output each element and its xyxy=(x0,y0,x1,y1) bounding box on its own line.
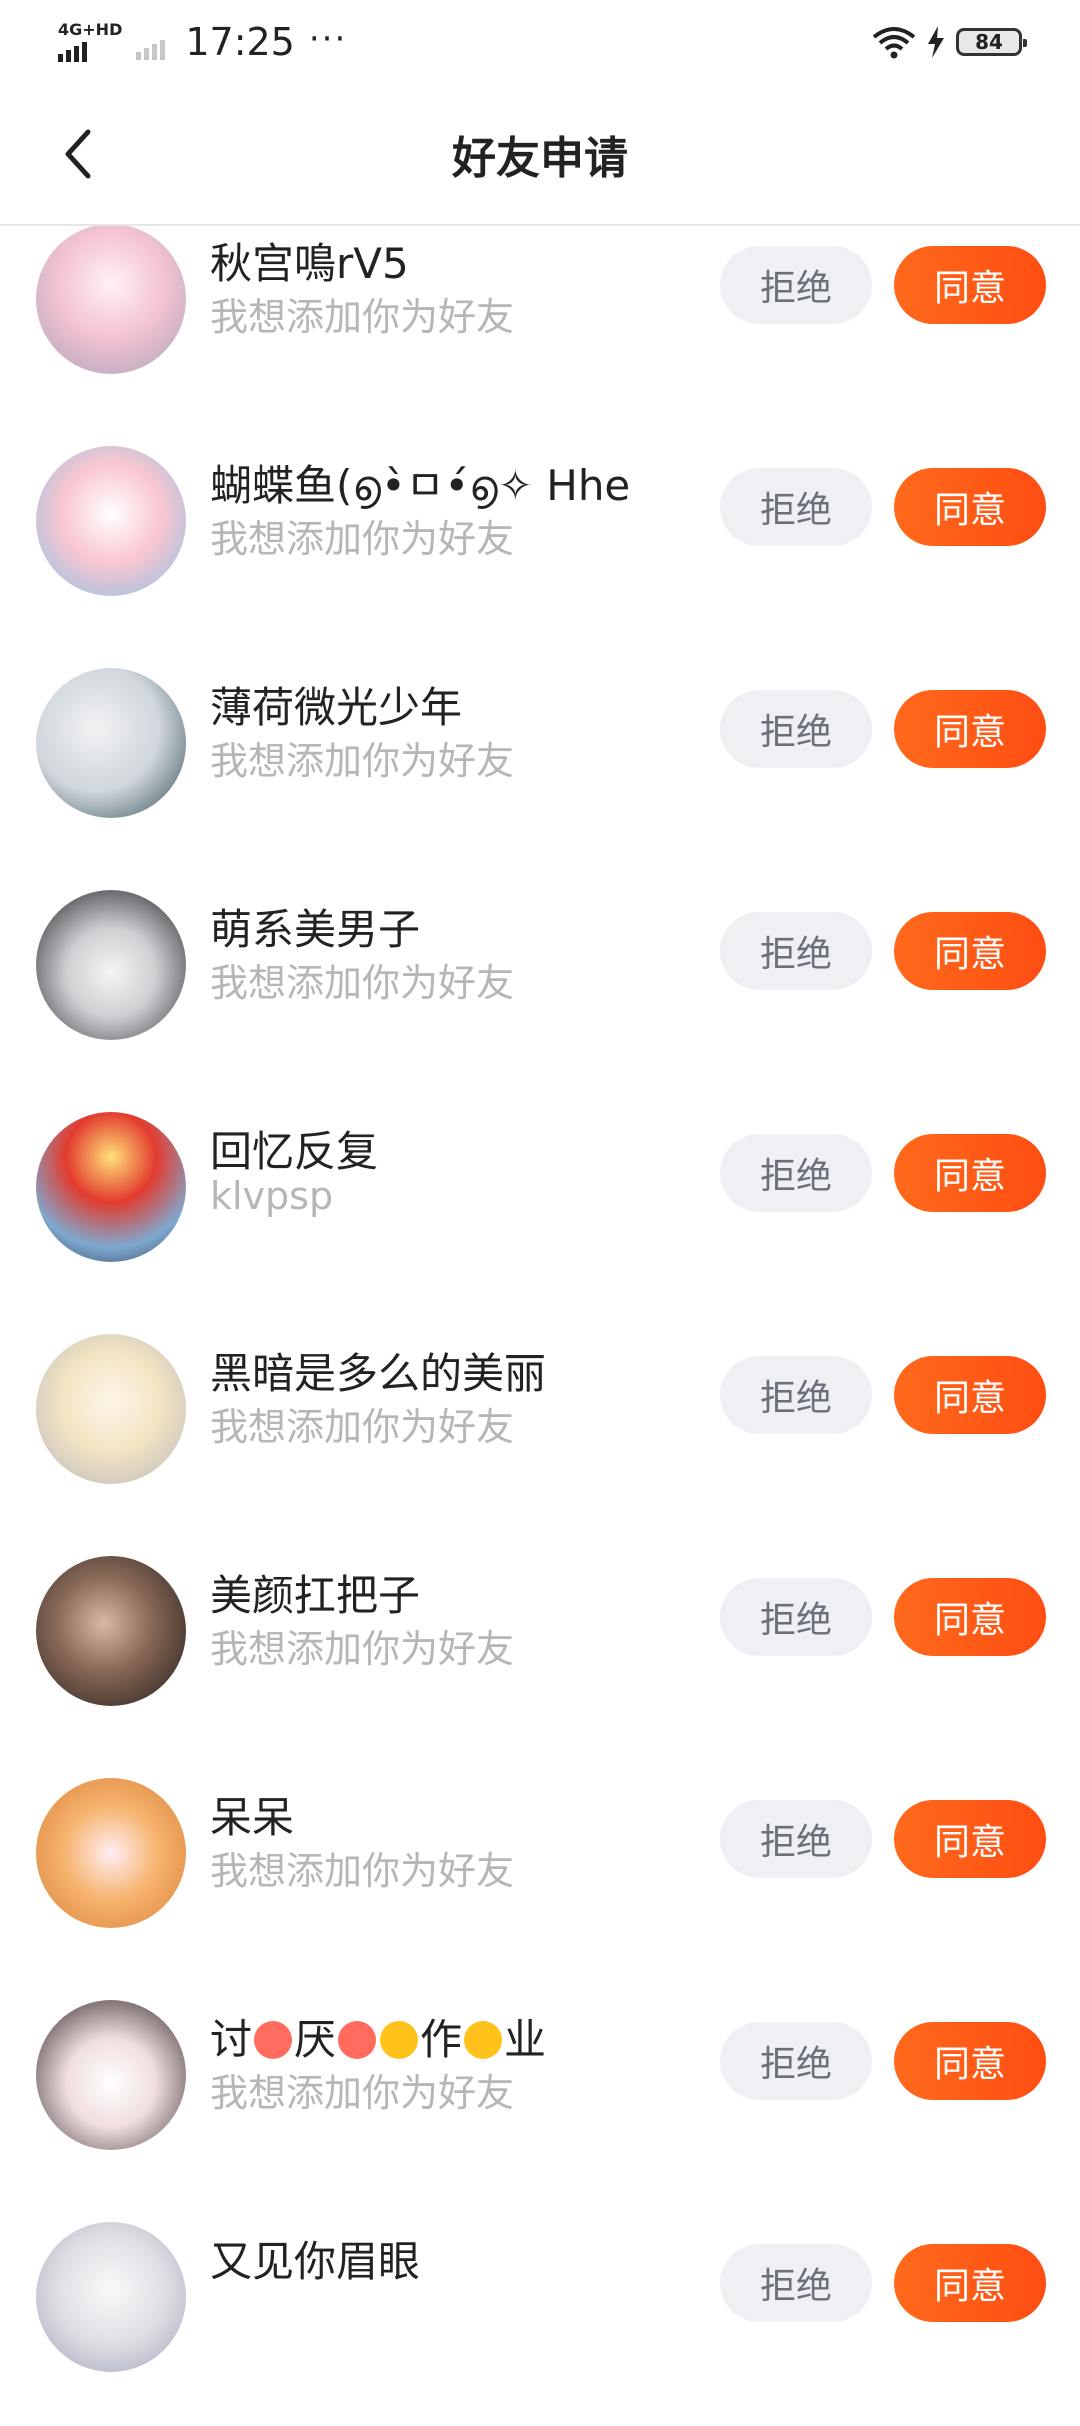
requester-name: 呆呆 xyxy=(210,1793,295,1842)
network-label: 4G+HD xyxy=(58,20,123,39)
requester-name: 讨厌 作业 xyxy=(210,2006,546,2067)
avatar[interactable] xyxy=(36,446,186,596)
accept-button[interactable]: 同意 xyxy=(894,1800,1046,1878)
page-title: 好友申请 xyxy=(452,133,628,184)
reject-button[interactable]: 拒绝 xyxy=(720,1578,872,1656)
name-part: 讨 xyxy=(210,2015,253,2064)
list-item: 讨厌 作业 我想添加你为好友 拒绝 同意 xyxy=(0,1982,1080,2204)
request-message: 我想添加你为好友 xyxy=(210,1849,515,1893)
requester-name: 萌系美男子 xyxy=(210,905,421,954)
name-part: 作 xyxy=(420,2015,463,2064)
requester-name: 蝴蝶鱼(൭•̀ㅁ•́൭✧ Hhe xyxy=(210,461,631,510)
signal-2-icon xyxy=(136,38,166,60)
signal-icon xyxy=(58,40,87,62)
reject-button[interactable]: 拒绝 xyxy=(720,912,872,990)
avatar[interactable] xyxy=(36,1334,186,1484)
list-item: 又见你眉眼 拒绝 同意 xyxy=(0,2204,1080,2426)
avatar[interactable] xyxy=(36,224,186,374)
avatar[interactable] xyxy=(36,1556,186,1706)
request-message: 我想添加你为好友 xyxy=(210,2071,515,2115)
requester-name: 回忆反复 xyxy=(210,1127,379,1176)
nav-header: 好友申请 xyxy=(0,84,1080,226)
reject-button[interactable]: 拒绝 xyxy=(720,1800,872,1878)
list-item: 秋宫鳴rV5 我想添加你为好友 拒绝 同意 xyxy=(0,206,1080,428)
list-item: 萌系美男子 我想添加你为好友 拒绝 同意 xyxy=(0,872,1080,1094)
reject-button[interactable]: 拒绝 xyxy=(720,246,872,324)
battery-level: 84 xyxy=(975,30,1003,54)
accept-button[interactable]: 同意 xyxy=(894,1356,1046,1434)
list-item: 薄荷微光少年 我想添加你为好友 拒绝 同意 xyxy=(0,650,1080,872)
requester-name: 薄荷微光少年 xyxy=(210,683,463,732)
status-left: 4G+HD 17:25 ··· xyxy=(58,19,348,64)
accept-button[interactable]: 同意 xyxy=(894,690,1046,768)
avatar[interactable] xyxy=(36,1778,186,1928)
avatar[interactable] xyxy=(36,668,186,818)
request-message: klvpsp xyxy=(210,1174,334,1218)
requester-name: 秋宫鳴rV5 xyxy=(210,239,409,288)
requester-name: 美颜扛把子 xyxy=(210,1571,421,1620)
friend-request-list: 秋宫鳴rV5 我想添加你为好友 拒绝 同意 蝴蝶鱼(൭•̀ㅁ•́൭✧ Hhe 我… xyxy=(0,206,1080,2426)
angry-face-icon xyxy=(338,2020,377,2059)
reject-button[interactable]: 拒绝 xyxy=(720,2244,872,2322)
accept-button[interactable]: 同意 xyxy=(894,912,1046,990)
request-message: 我想添加你为好友 xyxy=(210,295,515,339)
reject-button[interactable]: 拒绝 xyxy=(720,1356,872,1434)
accept-button[interactable]: 同意 xyxy=(894,468,1046,546)
chevron-left-icon xyxy=(65,129,91,179)
list-item: 黑暗是多么的美丽 我想添加你为好友 拒绝 同意 xyxy=(0,1316,1080,1538)
status-right: 84 xyxy=(872,25,1027,59)
status-bar: 4G+HD 17:25 ··· 84 xyxy=(0,0,1080,84)
name-part: 厌 xyxy=(294,2015,337,2064)
accept-button[interactable]: 同意 xyxy=(894,2244,1046,2322)
accept-button[interactable]: 同意 xyxy=(894,1134,1046,1212)
reject-button[interactable]: 拒绝 xyxy=(720,468,872,546)
avatar[interactable] xyxy=(36,1112,186,1262)
avatar[interactable] xyxy=(36,2222,186,2372)
avatar[interactable] xyxy=(36,890,186,1040)
network-indicator: 4G+HD xyxy=(58,22,122,62)
accept-button[interactable]: 同意 xyxy=(894,246,1046,324)
request-message: 我想添加你为好友 xyxy=(210,739,515,783)
request-message: 我想添加你为好友 xyxy=(210,961,515,1005)
charging-icon xyxy=(928,26,944,58)
request-message: 我想添加你为好友 xyxy=(210,1405,515,1449)
reject-button[interactable]: 拒绝 xyxy=(720,2022,872,2100)
cursing-face-icon xyxy=(380,2020,419,2059)
list-item: 蝴蝶鱼(൭•̀ㅁ•́൭✧ Hhe 我想添加你为好友 拒绝 同意 xyxy=(0,428,1080,650)
list-item: 呆呆 我想添加你为好友 拒绝 同意 xyxy=(0,1760,1080,1982)
reject-button[interactable]: 拒绝 xyxy=(720,690,872,768)
avatar[interactable] xyxy=(36,2000,186,2150)
wifi-icon xyxy=(872,27,916,59)
name-part: 业 xyxy=(504,2015,547,2064)
more-notifications-icon: ··· xyxy=(308,19,348,59)
angry-face-icon xyxy=(254,2020,293,2059)
requester-name: 黑暗是多么的美丽 xyxy=(210,1349,547,1398)
back-button[interactable] xyxy=(48,122,112,186)
request-message: 我想添加你为好友 xyxy=(210,517,515,561)
request-message: 我想添加你为好友 xyxy=(210,1627,515,1671)
battery-icon: 84 xyxy=(956,28,1027,56)
accept-button[interactable]: 同意 xyxy=(894,1578,1046,1656)
accept-button[interactable]: 同意 xyxy=(894,2022,1046,2100)
cursing-face-icon xyxy=(464,2020,503,2059)
list-item: 美颜扛把子 我想添加你为好友 拒绝 同意 xyxy=(0,1538,1080,1760)
clock: 17:25 xyxy=(185,20,295,64)
reject-button[interactable]: 拒绝 xyxy=(720,1134,872,1212)
list-item: 回忆反复 klvpsp 拒绝 同意 xyxy=(0,1094,1080,1316)
